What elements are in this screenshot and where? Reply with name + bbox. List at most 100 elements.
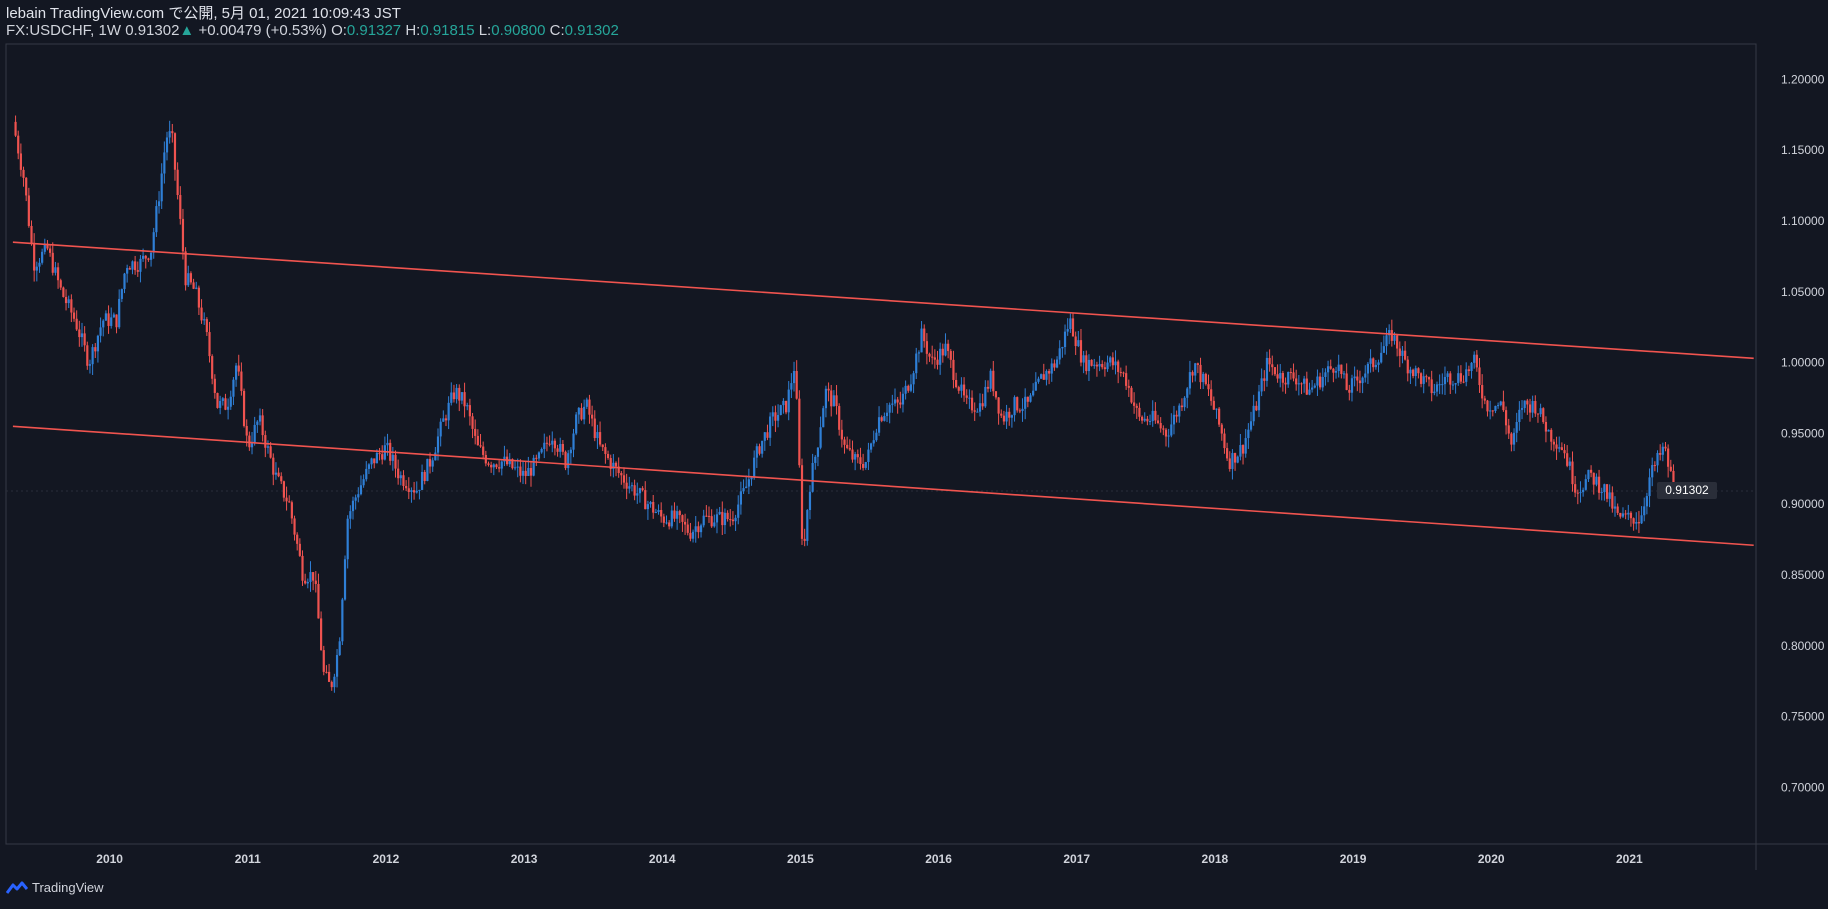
candle-body bbox=[176, 169, 179, 196]
candle-body bbox=[184, 251, 187, 286]
candle-body bbox=[131, 261, 134, 270]
time-axis[interactable]: 2010 2011 2012 2013 2014 2015 2016 2017 2018 2019… bbox=[96, 852, 1643, 866]
candle-body bbox=[737, 504, 740, 518]
candle-body bbox=[734, 517, 737, 522]
candle-body bbox=[452, 392, 456, 400]
candle-body bbox=[1523, 400, 1526, 409]
candle-body bbox=[591, 414, 594, 419]
candle-body bbox=[721, 511, 724, 526]
candle-body bbox=[832, 395, 835, 407]
candle-body bbox=[949, 351, 952, 360]
candle-body bbox=[492, 464, 495, 468]
candle-body bbox=[296, 534, 299, 544]
candle-body bbox=[375, 452, 379, 464]
candle-body bbox=[1534, 400, 1537, 414]
candle-body bbox=[1170, 424, 1173, 436]
candle-body bbox=[312, 572, 315, 581]
candle-body bbox=[1380, 352, 1383, 363]
candle-body bbox=[147, 258, 150, 260]
candle-body bbox=[1669, 466, 1672, 471]
candle-body bbox=[1130, 387, 1133, 403]
candle-body bbox=[1475, 354, 1478, 368]
candle-body bbox=[649, 502, 652, 505]
price-tick-label: 0.85000 bbox=[1781, 568, 1825, 582]
candle-body bbox=[561, 443, 564, 452]
candle-body bbox=[94, 347, 97, 352]
candle-body bbox=[1409, 369, 1412, 374]
candle-body bbox=[838, 406, 841, 430]
candle-body bbox=[232, 379, 235, 397]
candle-body bbox=[614, 462, 618, 467]
candle-body bbox=[758, 446, 761, 454]
candle-body bbox=[636, 493, 639, 496]
price-chart[interactable]: 1.20000 1.15000 1.10000 1.05000 1.00000 0.950… bbox=[0, 0, 1828, 909]
candle-body bbox=[1531, 400, 1534, 413]
candle-body bbox=[1624, 513, 1627, 515]
candle-body bbox=[1037, 378, 1040, 382]
candle-body bbox=[1364, 373, 1367, 378]
candle-body bbox=[1119, 371, 1122, 373]
candle-body bbox=[1404, 350, 1407, 360]
candle-body bbox=[931, 356, 934, 358]
candle-body bbox=[1159, 422, 1162, 429]
candle-body bbox=[1430, 379, 1433, 394]
candle-body bbox=[216, 392, 219, 408]
trendline-upper[interactable] bbox=[12, 241, 1754, 360]
candle-body bbox=[1470, 362, 1473, 372]
candle-body bbox=[726, 512, 729, 520]
candle-body bbox=[545, 442, 549, 444]
candle-body bbox=[1279, 372, 1282, 379]
candle-body bbox=[1499, 401, 1502, 406]
candle-body bbox=[1536, 413, 1540, 415]
candle-body bbox=[1311, 387, 1314, 390]
candle-body bbox=[1334, 371, 1338, 373]
candle-body bbox=[330, 681, 333, 688]
candle-body bbox=[19, 153, 22, 170]
candle-body bbox=[1029, 395, 1032, 402]
candle-body bbox=[978, 403, 982, 412]
candle-body bbox=[54, 267, 57, 273]
price-tick-label: 0.70000 bbox=[1781, 780, 1825, 794]
candle-body bbox=[1566, 453, 1569, 466]
candle-body bbox=[952, 359, 955, 380]
candle-body bbox=[1579, 492, 1582, 494]
candle-body bbox=[195, 287, 198, 289]
candle-body bbox=[1358, 380, 1362, 384]
candle-body bbox=[1350, 378, 1354, 393]
candle-body bbox=[622, 475, 626, 483]
price-axis[interactable]: 1.20000 1.15000 1.10000 1.05000 1.00000 0.950… bbox=[1781, 72, 1825, 794]
candle-body bbox=[689, 532, 692, 539]
candle-body bbox=[1459, 373, 1463, 382]
candle-body bbox=[277, 472, 280, 477]
candle-body bbox=[516, 466, 519, 468]
candle-body bbox=[1411, 369, 1415, 377]
trendline-group[interactable] bbox=[12, 241, 1754, 547]
candle-body bbox=[1512, 432, 1516, 445]
candle-body bbox=[585, 399, 588, 407]
candle-body bbox=[1178, 405, 1181, 417]
candle-body bbox=[917, 352, 921, 354]
candle-body bbox=[1008, 411, 1011, 418]
candle-body bbox=[1103, 367, 1106, 370]
candle-body bbox=[197, 287, 200, 308]
candle-body bbox=[242, 390, 246, 426]
candle-body bbox=[984, 386, 987, 407]
trendline-lower[interactable] bbox=[12, 425, 1754, 547]
candle-body bbox=[1584, 479, 1587, 490]
candle-body bbox=[1454, 383, 1457, 385]
candle-body bbox=[960, 384, 963, 391]
candle-body bbox=[1481, 385, 1484, 399]
candle-body bbox=[848, 448, 851, 450]
candle-body bbox=[70, 299, 73, 313]
candle-body bbox=[830, 390, 833, 407]
candle-body bbox=[1079, 340, 1083, 363]
tradingview-brand[interactable]: TradingView bbox=[6, 880, 104, 895]
candle-body bbox=[896, 399, 899, 403]
candle-body bbox=[1510, 433, 1513, 445]
time-tick-label: 2014 bbox=[649, 852, 676, 866]
candle-body bbox=[569, 449, 572, 454]
candle-body bbox=[1228, 458, 1231, 469]
candle-body bbox=[933, 357, 936, 360]
candle-body bbox=[968, 397, 971, 399]
candle-body bbox=[1661, 446, 1664, 455]
